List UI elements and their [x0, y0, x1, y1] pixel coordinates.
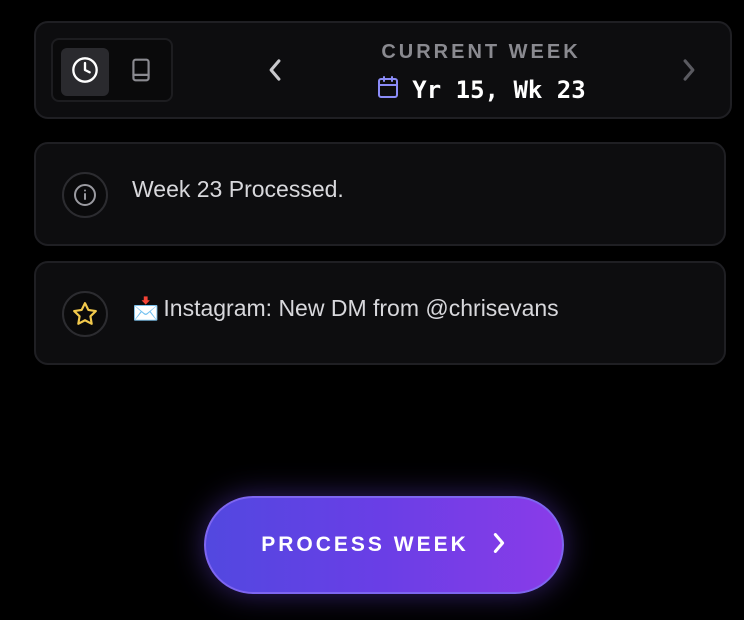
chevron-right-icon	[491, 531, 507, 560]
notification-text: Week 23 Processed.	[132, 176, 344, 203]
star-icon	[62, 291, 108, 337]
notification-card: Week 23 Processed.	[34, 142, 726, 246]
info-icon	[62, 172, 108, 218]
previous-week-button[interactable]	[260, 57, 290, 87]
notification-message: Week 23 Processed.	[132, 176, 344, 202]
notification-card: 📩 Instagram: New DM from @chrisevans	[34, 261, 726, 365]
app-screen: CURRENT WEEK Yr 15, Wk 23 Week 23 Proces…	[0, 0, 744, 620]
notification-message: Instagram: New DM from @chrisevans	[163, 295, 559, 321]
process-week-label: PROCESS WEEK	[261, 533, 469, 556]
book-mode-button[interactable]	[117, 48, 165, 96]
next-week-button[interactable]	[674, 57, 704, 87]
week-header: CURRENT WEEK Yr 15, Wk 23	[34, 21, 732, 119]
chevron-left-icon	[266, 57, 284, 88]
process-week-button[interactable]: PROCESS WEEK	[204, 496, 564, 594]
chevron-right-icon	[680, 57, 698, 88]
clock-icon	[71, 56, 99, 89]
incoming-mail-icon: 📩	[132, 295, 160, 321]
calendar-icon	[376, 75, 400, 104]
current-week-label: CURRENT WEEK	[381, 41, 581, 63]
book-icon	[128, 56, 154, 89]
notification-text: 📩 Instagram: New DM from @chrisevans	[132, 295, 559, 322]
clock-mode-button[interactable]	[61, 48, 109, 96]
current-week-value: Yr 15, Wk 23	[412, 75, 586, 104]
view-mode-toggle	[51, 38, 173, 102]
current-week-display: Yr 15, Wk 23	[336, 75, 626, 104]
